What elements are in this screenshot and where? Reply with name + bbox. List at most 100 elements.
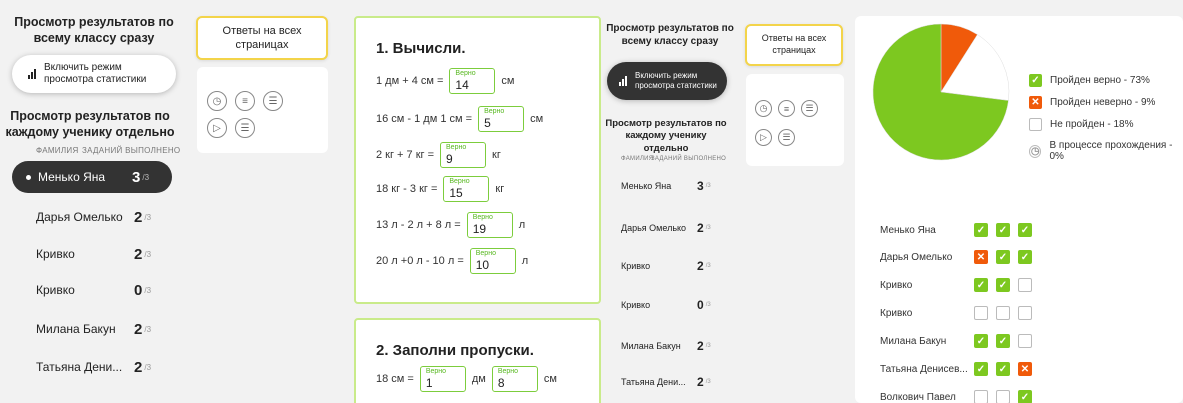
score-total: /3 [705, 183, 711, 189]
correct-label: Верно [449, 178, 470, 185]
stats-mode-button[interactable]: Включить режим просмотра статистики [607, 62, 727, 100]
student-name: Менько Яна [621, 181, 672, 191]
answers-all-pages-button[interactable]: Ответы на всех страницах [745, 24, 843, 66]
answer-field[interactable]: Верно 19 [466, 212, 513, 238]
student-score: 2 [134, 358, 143, 376]
answer-field[interactable]: Верно 10 [469, 248, 516, 274]
student-score: 0 [134, 281, 143, 299]
stats-bars-icon [619, 76, 629, 86]
right-screen: Просмотр результатов по всему классу сра… [603, 0, 1183, 403]
wait-mark-icon: ◷ [1029, 144, 1042, 158]
answer-field[interactable]: Верно 15 [443, 176, 490, 202]
list-icon[interactable]: ☰ [235, 118, 255, 138]
answer-field[interactable]: Верно 9 [440, 142, 487, 168]
checklist-icon[interactable]: ☰ [263, 91, 283, 111]
student-score: 0 [697, 298, 704, 312]
play-icon[interactable]: ▷ [755, 129, 772, 146]
ok-mark-icon[interactable]: ✓ [996, 334, 1010, 348]
student-row[interactable]: Татьяна Дени... 2/3 [12, 351, 172, 383]
stats-bars-icon [28, 69, 38, 79]
play-icon[interactable]: ▷ [207, 118, 227, 138]
legend-label: Пройден верно - 73% [1050, 75, 1150, 86]
expression: 2 кг + 7 кг = [376, 149, 435, 161]
ok-mark-icon[interactable]: ✓ [996, 223, 1010, 237]
empty-mark-icon[interactable] [974, 306, 988, 320]
ok-mark-icon[interactable]: ✓ [996, 362, 1010, 376]
score-total: /3 [705, 302, 711, 308]
result-student-name: Волкович Павел [880, 391, 956, 403]
legend-item: Не пройден - 18% [1029, 118, 1134, 131]
task-1-row: 1 дм + 4 см = Верно 14 см [376, 68, 514, 94]
clock-icon[interactable]: ◷ [755, 100, 772, 117]
empty-mark-icon[interactable] [1018, 306, 1032, 320]
score-total: /3 [142, 172, 150, 182]
ok-mark-icon[interactable]: ✓ [996, 250, 1010, 264]
task-2-card: 2. Заполни пропуски. 18 см = Верно 1 дм В… [354, 318, 601, 403]
empty-mark-icon[interactable] [974, 390, 988, 403]
student-name: Кривко [36, 283, 75, 297]
answer-field[interactable]: Верно 8 [491, 366, 538, 392]
text-align-icon[interactable]: ≡ [235, 91, 255, 111]
ok-mark-icon[interactable]: ✓ [1018, 223, 1032, 237]
answer-field[interactable]: Верно 5 [478, 106, 525, 132]
text-align-icon[interactable]: ≡ [778, 100, 795, 117]
student-row[interactable]: Дарья Омелько 2/3 [621, 216, 711, 240]
empty-mark-icon[interactable] [996, 306, 1010, 320]
student-row[interactable]: Кривко 0/3 [12, 274, 172, 306]
checklist-icon[interactable]: ☰ [801, 100, 818, 117]
ok-mark-icon: ✓ [1029, 74, 1042, 87]
stats-mode-label: Включить режим просмотра статистики [635, 71, 717, 90]
result-student-name: Кривко [880, 307, 913, 319]
correct-label: Верно [455, 70, 476, 77]
legend-label: Пройден неверно - 9% [1050, 97, 1156, 108]
bad-mark-icon[interactable]: ✕ [974, 250, 988, 264]
ok-mark-icon[interactable]: ✓ [996, 278, 1010, 292]
student-row[interactable]: Менько Яна 3/3 [621, 174, 711, 198]
student-row[interactable]: Милана Бакун 2/3 [12, 313, 172, 345]
list-icon[interactable]: ☰ [778, 129, 795, 146]
answer-field[interactable]: Верно 1 [419, 366, 466, 392]
task-1-row: 13 л - 2 л + 8 л = Верно 19 л [376, 212, 525, 238]
result-row: Кривко ✓ ✓ [880, 278, 1040, 292]
title-each-student: Просмотр результатов по каждому ученику … [5, 109, 175, 140]
empty-mark-icon[interactable] [1018, 278, 1032, 292]
unit: кг [495, 183, 505, 195]
student-row[interactable]: Милана Бакун 2/3 [621, 334, 711, 358]
ok-mark-icon[interactable]: ✓ [974, 362, 988, 376]
ok-mark-icon[interactable]: ✓ [974, 334, 988, 348]
empty-mark-icon[interactable] [996, 390, 1010, 403]
bad-mark-icon[interactable]: ✕ [1018, 362, 1032, 376]
student-row[interactable]: Татьяна Дени... 2/3 [621, 370, 711, 394]
clock-icon[interactable]: ◷ [207, 91, 227, 111]
column-header-done: ЗАДАНИЙ ВЫПОЛНЕНО [651, 156, 727, 162]
answers-all-pages-button[interactable]: Ответы на всех страницах [196, 16, 328, 60]
answers-all-pages-label: Ответы на всех страницах [761, 33, 827, 55]
ok-mark-icon[interactable]: ✓ [1018, 390, 1032, 403]
answer-value: 14 [455, 78, 469, 92]
legend-item: ✓ Пройден верно - 73% [1029, 74, 1150, 87]
student-row[interactable]: Кривко 2/3 [12, 238, 172, 270]
stats-mode-button[interactable]: Включить режим просмотра статистики [12, 55, 176, 93]
bad-mark-icon: ✕ [1029, 96, 1042, 109]
answer-field[interactable]: Верно 14 [449, 68, 496, 94]
student-name: Татьяна Дени... [36, 360, 123, 374]
student-score: 3 [697, 179, 704, 193]
result-row: Волкович Павел ✓ [880, 390, 1040, 403]
task-1-title: 1. Вычисли. [376, 40, 466, 57]
task-1-row: 2 кг + 7 кг = Верно 9 кг [376, 142, 501, 168]
correct-label: Верно [484, 108, 505, 115]
ok-mark-icon[interactable]: ✓ [974, 278, 988, 292]
student-row[interactable]: Кривко 0/3 [621, 293, 711, 317]
student-score: 2 [134, 208, 143, 226]
ok-mark-icon[interactable]: ✓ [1018, 250, 1032, 264]
task-2-unit-dm: дм [471, 373, 486, 385]
empty-mark-icon[interactable] [1018, 334, 1032, 348]
student-row[interactable]: Дарья Омелько 2/3 [12, 201, 172, 233]
unit: л [518, 219, 526, 231]
student-row[interactable]: Кривко 2/3 [621, 254, 711, 278]
student-row[interactable]: Менько Яна 3/3 [12, 161, 172, 193]
student-name: Кривко [621, 300, 651, 310]
student-name: Кривко [621, 261, 651, 271]
ok-mark-icon[interactable]: ✓ [974, 223, 988, 237]
score-total: /3 [144, 362, 152, 372]
